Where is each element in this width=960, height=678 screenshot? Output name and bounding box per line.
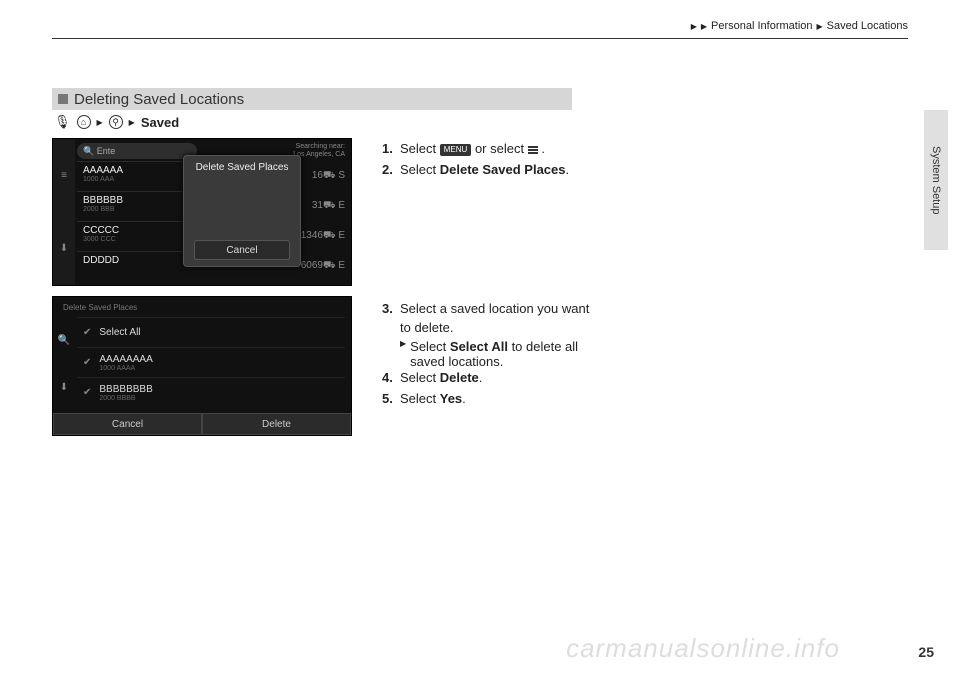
distance-column: 16⛟ S 31⛟ E 1346⛟ E 6069⛟ E bbox=[295, 161, 345, 281]
check-icon: ✔ bbox=[83, 357, 91, 368]
triangle-icon: ▶ bbox=[97, 118, 103, 127]
hamburger-icon: ≡ bbox=[61, 170, 67, 181]
header-rule bbox=[52, 38, 908, 39]
triangle-icon: ▶ bbox=[817, 22, 823, 31]
hamburger-icon bbox=[528, 146, 538, 154]
triangle-icon: ▶ bbox=[129, 118, 135, 127]
down-arrow-icon: ⬇ bbox=[60, 382, 68, 393]
square-bullet-icon bbox=[58, 94, 68, 104]
check-icon: ✔ bbox=[83, 387, 91, 398]
cancel-button: Cancel bbox=[53, 413, 202, 435]
screen-left-rail: 🔍 ⬇ bbox=[53, 317, 75, 411]
home-circle-icon: ⌂ bbox=[77, 115, 91, 129]
section-title: Deleting Saved Locations bbox=[74, 91, 244, 108]
header-crumb-2: Saved Locations bbox=[827, 20, 908, 32]
popup-menu: Delete Saved Places Cancel bbox=[183, 155, 301, 267]
menu-button-icon: MENU bbox=[440, 144, 472, 156]
nav-path-saved: Saved bbox=[141, 115, 179, 130]
step-5: 5. Select Yes. bbox=[382, 390, 908, 409]
search-circle-icon: ⚲ bbox=[109, 115, 123, 129]
voice-icon: 🎙 bbox=[54, 114, 71, 130]
step-3-sub: ▶ Select Select All to delete all saved … bbox=[382, 339, 908, 369]
breadcrumb: ▶ ▶ Personal Information ▶ Saved Locatio… bbox=[691, 20, 908, 32]
screenshot-popup: ≡ ⬇ 🔍 Ente Searching near: Los Angeles, … bbox=[52, 138, 352, 286]
step-4: 4. Select Delete. bbox=[382, 369, 908, 388]
search-note: Searching near: Los Angeles, CA bbox=[293, 143, 345, 159]
step-1: 1. Select MENU or select . bbox=[382, 140, 908, 159]
page-number: 25 bbox=[918, 644, 934, 660]
list-item: ✔ Select All bbox=[77, 317, 345, 347]
screenshot-delete-list: Delete Saved Places 🔍 ⬇ ✔ Select All ✔ A… bbox=[52, 296, 352, 436]
check-icon: ✔ bbox=[83, 327, 91, 338]
popup-cancel-button: Cancel bbox=[194, 240, 290, 260]
delete-list: ✔ Select All ✔ AAAAAAAA1000 AAAA ✔ BBBBB… bbox=[77, 317, 345, 411]
down-arrow-icon: ⬇ bbox=[60, 243, 68, 254]
list-item: ✔ BBBBBBBB2000 BBBB bbox=[77, 377, 345, 407]
step-3: 3. Select a saved location you want to d… bbox=[382, 300, 908, 338]
watermark: carmanualsonline.info bbox=[566, 633, 840, 664]
triangle-icon: ▶ bbox=[691, 22, 697, 31]
section-title-bar: Deleting Saved Locations bbox=[52, 88, 572, 110]
button-row: Cancel Delete bbox=[53, 413, 351, 435]
nav-path: 🎙 ⌂ ▶ ⚲ ▶ Saved bbox=[52, 114, 908, 130]
instructions: 1. Select MENU or select . 2. Select Del… bbox=[382, 138, 908, 446]
side-tab: System Setup bbox=[924, 110, 948, 250]
step-2: 2. Select Delete Saved Places. bbox=[382, 161, 908, 180]
list-item: ✔ AAAAAAAA1000 AAAA bbox=[77, 347, 345, 377]
side-tab-label: System Setup bbox=[930, 146, 942, 214]
screen-title: Delete Saved Places bbox=[53, 297, 351, 318]
screen-left-rail: ≡ ⬇ bbox=[53, 139, 75, 285]
delete-button: Delete bbox=[202, 413, 351, 435]
triangle-icon: ▶ bbox=[400, 339, 406, 369]
triangle-icon: ▶ bbox=[701, 22, 707, 31]
search-icon: 🔍 bbox=[58, 335, 70, 346]
search-field: 🔍 Ente bbox=[77, 143, 197, 159]
header-crumb-1: Personal Information bbox=[711, 20, 813, 32]
popup-title: Delete Saved Places bbox=[184, 156, 300, 179]
